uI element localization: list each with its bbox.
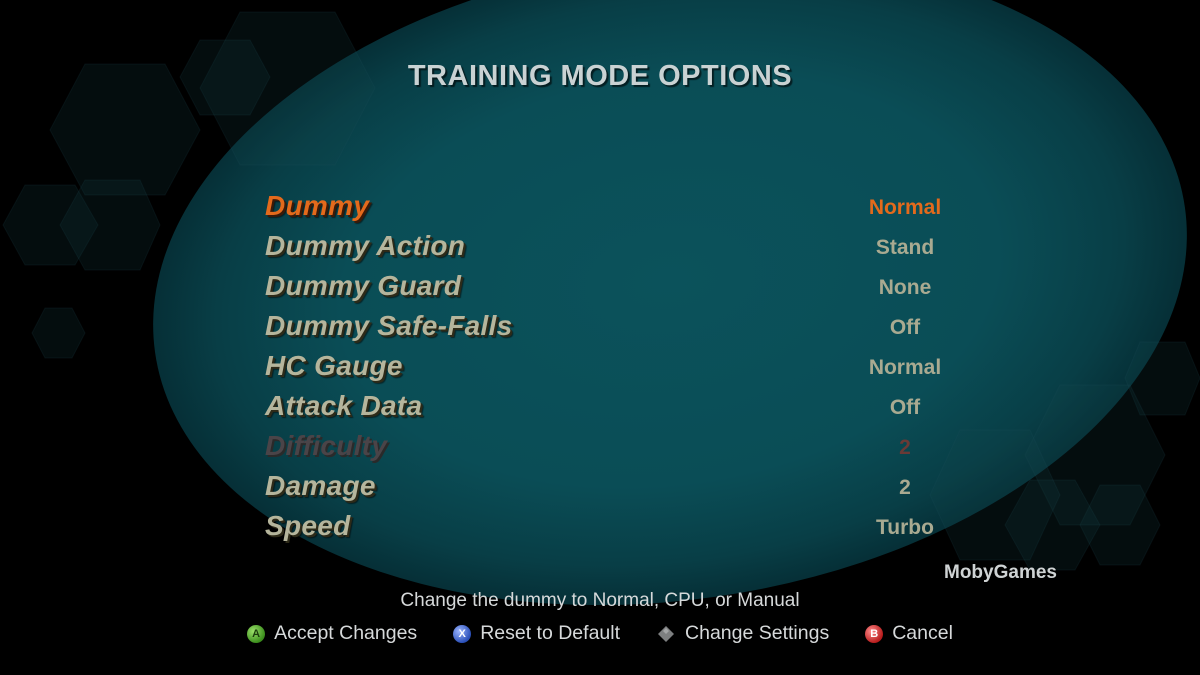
b-button-icon: B [865, 624, 884, 643]
option-row-dummy-safe-falls[interactable]: Dummy Safe-Falls Off [265, 310, 965, 350]
accept-changes-button[interactable]: A Accept Changes [247, 622, 417, 645]
option-value[interactable]: Normal [825, 356, 985, 380]
control-label: Accept Changes [274, 622, 418, 644]
control-label: Cancel [892, 622, 953, 644]
control-label: Change Settings [685, 622, 830, 644]
x-button-icon: X [453, 624, 472, 643]
a-button-icon: A [247, 624, 266, 643]
option-row-dummy[interactable]: Dummy Normal [265, 190, 965, 230]
option-label: Difficulty [265, 430, 388, 461]
option-row-difficulty: Difficulty 2 [265, 430, 965, 470]
option-value[interactable]: Off [825, 316, 985, 340]
option-row-dummy-action[interactable]: Dummy Action Stand [265, 230, 965, 270]
option-label: Dummy [265, 190, 370, 221]
option-value: 2 [899, 436, 911, 459]
option-value[interactable]: None [825, 276, 985, 300]
option-label: Dummy Safe-Falls [265, 310, 513, 341]
cancel-button[interactable]: B Cancel [865, 622, 953, 645]
option-row-speed[interactable]: Speed Turbo [265, 510, 965, 550]
reset-to-default-button[interactable]: X Reset to Default [453, 622, 620, 645]
option-row-dummy-guard[interactable]: Dummy Guard None [265, 270, 965, 310]
control-label: Reset to Default [480, 622, 621, 644]
page-title: TRAINING MODE OPTIONS [407, 60, 793, 92]
option-label: Dummy Guard [265, 270, 462, 301]
option-label: Dummy Action [265, 230, 466, 261]
dpad-icon [658, 625, 675, 642]
option-row-attack-data[interactable]: Attack Data Off [265, 390, 965, 430]
help-text: Change the dummy to Normal, CPU, or Manu… [400, 590, 800, 611]
option-label: Damage [265, 470, 376, 501]
option-value[interactable]: Off [825, 396, 985, 420]
option-row-damage[interactable]: Damage 2 [265, 470, 965, 510]
option-row-hc-gauge[interactable]: HC Gauge Normal [265, 350, 965, 390]
option-value[interactable]: Normal [825, 196, 985, 220]
option-value[interactable]: Stand [825, 236, 985, 260]
change-settings-button[interactable]: Change Settings [656, 622, 829, 645]
option-label: Speed [265, 510, 351, 541]
mobygames-watermark: MobyGames [944, 562, 1057, 583]
option-label: HC Gauge [265, 350, 403, 381]
option-label: Attack Data [265, 390, 423, 421]
hexagon [31, 307, 86, 359]
option-value[interactable]: Turbo [825, 516, 985, 540]
options-menu: Dummy Normal Dummy Action Stand Dummy Gu… [265, 190, 965, 550]
controls-bar: A Accept Changes X Reset to Default Chan… [0, 622, 1200, 645]
option-value[interactable]: 2 [825, 476, 985, 500]
